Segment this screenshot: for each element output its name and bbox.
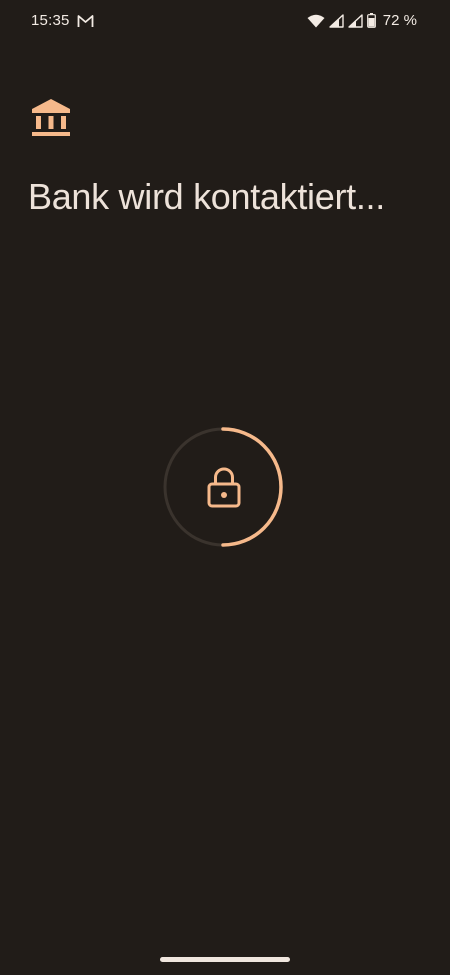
wifi-icon (307, 14, 325, 27)
battery-icon (366, 13, 376, 28)
status-icons: 72 % (307, 12, 417, 29)
status-bar: 15:35 72 % (0, 0, 450, 44)
signal-icon (348, 13, 363, 28)
battery-percent: 72 % (382, 12, 417, 29)
bank-icon (32, 99, 70, 136)
page-title: Bank wird kontaktiert... (28, 176, 385, 217)
status-time: 15:35 (31, 12, 70, 29)
signal-icon (329, 13, 344, 28)
lock-icon (207, 467, 241, 508)
gmail-icon (77, 15, 94, 27)
home-indicator[interactable] (160, 957, 290, 962)
